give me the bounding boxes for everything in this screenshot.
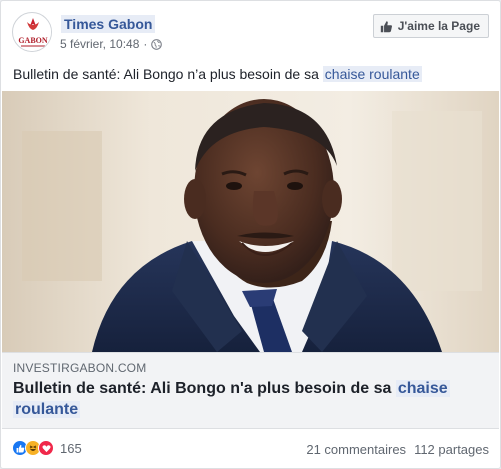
link-title-text: Bulletin de santé: Ali Bongo n'a plus be… [13, 380, 396, 397]
page-name-link[interactable]: Times Gabon [61, 15, 156, 33]
hashtag-link[interactable]: chaise roulante [322, 66, 422, 82]
comments-count-link[interactable]: 21 commentaires [306, 442, 406, 457]
post-footer: 165 21 commentaires 112 partages [12, 437, 489, 459]
link-title-highlight-line2[interactable]: roulante [13, 401, 81, 418]
page-avatar[interactable]: GABON [12, 12, 52, 52]
post-timestamp[interactable]: 5 février, 10:48 [60, 37, 139, 51]
like-page-label: J'aime la Page [397, 19, 480, 33]
post-stats: 21 commentaires 112 partages [306, 442, 489, 457]
svg-text:GABON: GABON [18, 36, 48, 45]
link-domain: INVESTIRGABON.COM [13, 361, 147, 375]
like-page-button[interactable]: J'aime la Page [372, 14, 489, 38]
reactions-summary[interactable]: 165 [12, 440, 82, 456]
thumbs-up-icon [380, 20, 392, 32]
post-header: GABON Times Gabon 5 février, 10:48 · J'a… [12, 12, 489, 56]
post-text: Bulletin de santé: Ali Bongo n’a plus be… [13, 65, 422, 84]
post-card: GABON Times Gabon 5 février, 10:48 · J'a… [0, 0, 501, 469]
globe-icon[interactable] [151, 38, 163, 50]
link-preview[interactable]: INVESTIRGABON.COM Bulletin de santé: Ali… [2, 352, 499, 429]
love-reaction-icon [38, 440, 54, 456]
post-photo[interactable] [2, 91, 499, 352]
link-title[interactable]: Bulletin de santé: Ali Bongo n'a plus be… [13, 378, 483, 420]
times-gabon-logo-icon: GABON [14, 14, 51, 51]
shares-count-link[interactable]: 112 partages [414, 442, 489, 457]
man-portrait-image [2, 91, 499, 352]
post-meta: 5 février, 10:48 · [60, 37, 163, 51]
meta-separator: · [143, 37, 148, 51]
link-title-highlight[interactable]: chaise [395, 380, 450, 397]
post-text-body: Bulletin de santé: Ali Bongo n’a plus be… [13, 66, 323, 82]
reaction-count: 165 [60, 440, 82, 456]
